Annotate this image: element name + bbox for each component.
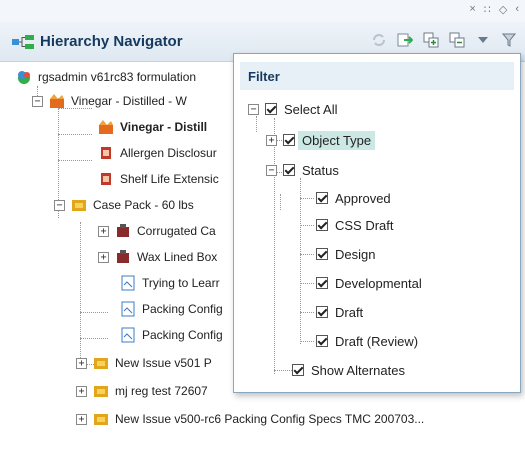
tree-label: Packing Config xyxy=(142,328,223,342)
status-option-checkbox[interactable] xyxy=(316,192,328,204)
tree-label: Case Pack - 60 lbs xyxy=(93,198,194,212)
collapse-toggle[interactable]: − xyxy=(248,103,259,115)
top-strip: × ∷ ◇ ‹ xyxy=(0,0,525,22)
show-alternates-label: Show Alternates xyxy=(311,362,405,378)
tree-item[interactable]: Vinegar - Distill xyxy=(98,116,207,138)
collapse-toggle[interactable]: − xyxy=(32,95,43,107)
export-icon[interactable] xyxy=(397,32,413,48)
panel-title: Hierarchy Navigator xyxy=(40,33,183,50)
spec-icon xyxy=(101,173,111,185)
status-option-checkbox[interactable] xyxy=(316,306,328,318)
document-icon xyxy=(121,301,135,317)
filter-status[interactable]: − Status xyxy=(266,159,339,181)
filter-status-option[interactable]: Developmental xyxy=(316,272,422,294)
status-option-label: Draft (Review) xyxy=(335,333,419,349)
tree-label: New Issue v501 P xyxy=(115,356,212,370)
status-label: Status xyxy=(302,162,339,178)
tree-label: Corrugated Ca xyxy=(137,224,216,238)
case-pack-icon xyxy=(94,386,108,397)
filter-status-option[interactable]: CSS Draft xyxy=(316,214,394,236)
header-toolbar xyxy=(371,32,517,48)
tree-item[interactable]: + Corrugated Ca xyxy=(98,220,216,242)
packaging-icon xyxy=(117,224,129,237)
tree-label: Vinegar - Distilled - W xyxy=(71,94,187,108)
expand-toggle[interactable]: + xyxy=(98,251,109,263)
tree-label: Allergen Disclosur xyxy=(120,146,217,160)
filter-icon[interactable] xyxy=(501,32,517,48)
filter-show-alternates[interactable]: Show Alternates xyxy=(292,359,405,381)
case-pack-icon xyxy=(72,200,86,211)
filter-object-type[interactable]: + Object Type xyxy=(266,129,376,151)
show-alternates-checkbox[interactable] xyxy=(292,364,304,376)
status-option-checkbox[interactable] xyxy=(316,277,328,289)
filter-status-option[interactable]: Draft xyxy=(316,301,363,323)
collapse-all-icon[interactable] xyxy=(449,32,465,48)
filter-title: Filter xyxy=(240,62,514,90)
tree-item[interactable]: − Case Pack - 60 lbs xyxy=(54,194,194,216)
tree-item[interactable]: − Vinegar - Distilled - W xyxy=(32,90,187,112)
status-option-label: Draft xyxy=(335,304,364,320)
expand-all-icon[interactable] xyxy=(423,32,439,48)
filter-status-option[interactable]: Approved xyxy=(316,187,391,209)
dropdown-arrow-icon[interactable] xyxy=(475,32,491,48)
tree-label: Wax Lined Box xyxy=(137,250,218,264)
document-icon xyxy=(121,275,135,291)
collapse-icon[interactable]: ‹ xyxy=(515,3,519,16)
document-icon xyxy=(121,327,135,343)
expand-toggle[interactable]: + xyxy=(76,385,87,397)
hierarchy-icon xyxy=(12,35,34,49)
tree-label: Packing Config xyxy=(142,302,223,316)
status-checkbox[interactable] xyxy=(283,164,295,176)
status-option-label: Approved xyxy=(335,190,391,206)
tree-label: mj reg test 72607 xyxy=(115,384,208,398)
tree-root[interactable]: rgsadmin v61rc83 formulation xyxy=(16,66,196,88)
object-type-checkbox[interactable] xyxy=(283,134,295,146)
status-option-checkbox[interactable] xyxy=(316,248,328,260)
product-icon xyxy=(99,120,113,134)
close-icon[interactable]: × xyxy=(469,3,475,16)
status-option-label: Design xyxy=(335,246,376,262)
case-pack-icon xyxy=(94,358,108,369)
status-option-checkbox[interactable] xyxy=(316,219,328,231)
expand-toggle[interactable]: + xyxy=(266,134,277,146)
refresh-icon[interactable] xyxy=(371,32,387,48)
expand-toggle[interactable]: + xyxy=(76,413,87,425)
filter-select-all[interactable]: − Select All xyxy=(248,98,337,120)
tree-label: Trying to Learr xyxy=(142,276,220,290)
tree-item[interactable]: + Wax Lined Box xyxy=(98,246,217,268)
filter-status-option[interactable]: Design xyxy=(316,243,375,265)
tree-item[interactable]: Allergen Disclosur xyxy=(98,142,217,164)
tree-label: Shelf Life Extensic xyxy=(120,172,219,186)
tree-label: Vinegar - Distill xyxy=(120,120,208,134)
grid-icon[interactable]: ∷ xyxy=(484,3,491,16)
expand-toggle[interactable]: + xyxy=(76,357,87,369)
tree-item[interactable]: + New Issue v500-rc6 Packing Config Spec… xyxy=(76,408,424,430)
tree-item[interactable]: + mj reg test 72607 xyxy=(76,380,208,402)
select-all-checkbox[interactable] xyxy=(265,103,277,115)
tree-item[interactable]: Shelf Life Extensic xyxy=(98,168,219,190)
filter-status-option[interactable]: Draft (Review) xyxy=(316,330,418,352)
formulation-icon xyxy=(18,71,30,84)
filter-popup: Filter − Select All + Object Type − Stat… xyxy=(233,53,521,393)
tree-item[interactable]: Packing Config xyxy=(120,324,223,346)
case-pack-icon xyxy=(94,414,108,425)
product-icon xyxy=(50,94,64,108)
status-option-label: Developmental xyxy=(335,275,422,291)
spec-icon xyxy=(101,147,111,159)
collapse-toggle[interactable]: − xyxy=(266,164,277,176)
packaging-icon xyxy=(117,250,129,263)
tree-label: New Issue v500-rc6 Packing Config Specs … xyxy=(115,412,425,426)
expand-toggle[interactable]: + xyxy=(98,225,109,237)
select-all-label: Select All xyxy=(284,101,338,117)
window-controls: × ∷ ◇ ‹ xyxy=(469,3,519,16)
move-icon[interactable]: ◇ xyxy=(499,3,507,16)
status-option-checkbox[interactable] xyxy=(316,335,328,347)
tree-item[interactable]: Packing Config xyxy=(120,298,223,320)
collapse-toggle[interactable]: − xyxy=(54,199,65,211)
object-type-label: Object Type xyxy=(298,130,376,150)
status-option-label: CSS Draft xyxy=(335,217,394,233)
tree-label: rgsadmin v61rc83 formulation xyxy=(38,70,197,84)
tree-item[interactable]: + New Issue v501 P xyxy=(76,352,212,374)
tree-item[interactable]: Trying to Learr xyxy=(120,272,220,294)
